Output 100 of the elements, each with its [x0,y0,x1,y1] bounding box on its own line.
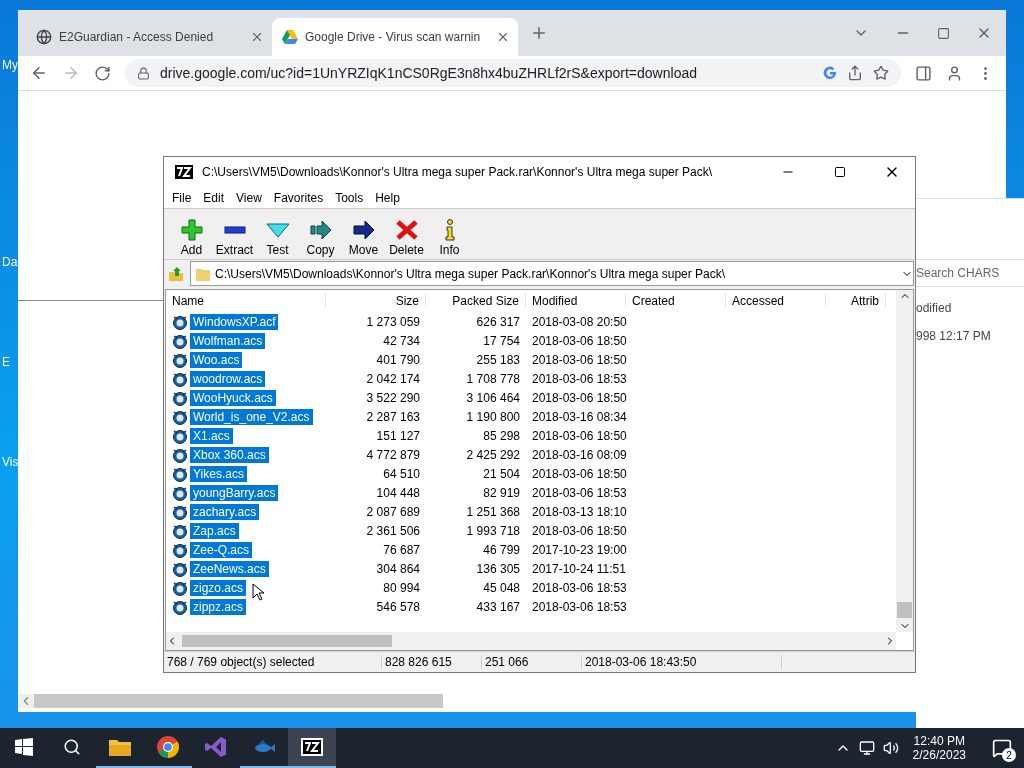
table-cell-text: 2018-03-06 18:50 [531,428,626,443]
file-name[interactable]: zigzo.acs [190,579,247,596]
table-cell-text: 1 708 778 [465,371,521,386]
column-header[interactable]: Accessed [726,294,826,308]
close-icon[interactable] [496,30,510,44]
file-icon [172,465,188,482]
table-cell-text: 2018-03-06 18:50 [531,333,626,348]
reload-icon[interactable] [94,64,111,82]
toolbar-button[interactable]: Extract [213,211,256,257]
file-name[interactable]: youngBarry.acs [190,484,279,501]
toolbar-button[interactable]: Info [428,211,471,257]
table-cell-text: 85 298 [482,428,521,443]
table-cell-text: 4 772 879 [365,447,421,462]
table-cell-text: 2018-03-06 18:53 [531,371,626,386]
lock-icon [137,66,150,80]
toolbar-button[interactable]: Move [342,211,385,257]
file-name[interactable]: Xbox 360.acs [190,446,269,463]
table-cell-text: 46 799 [482,542,521,557]
menu-item[interactable]: Help [369,190,406,205]
menu-item[interactable]: Edit [197,190,231,205]
scroll-thumb[interactable] [897,602,912,618]
status-text: 251 066 [482,655,582,669]
status-text: 768 / 769 object(s) selected [164,655,382,669]
network-icon[interactable] [858,740,875,756]
file-icon [172,427,188,444]
file-icon [172,522,188,539]
file-name[interactable]: woodrow.acs [190,370,266,387]
table-cell-text: 80 994 [382,580,421,595]
file-name[interactable]: Yikes.acs [190,465,247,482]
vertical-scrollbar[interactable] [896,290,913,632]
file-name[interactable]: X1.acs [190,427,233,444]
table-cell-text: 1 993 718 [465,523,521,538]
toolbar-button[interactable]: Delete [385,211,428,257]
google-icon[interactable] [823,66,837,80]
back-icon[interactable] [30,64,48,82]
menu-item[interactable]: Tools [329,190,370,205]
file-icon [172,351,188,368]
column-header[interactable]: Packed Size [426,294,526,308]
browser-tab[interactable]: Google Drive - Virus scan warnin [272,18,518,56]
column-header[interactable]: Name [166,294,326,308]
table-cell-text: 2018-03-06 18:53 [531,580,626,595]
file-name[interactable]: Zap.acs [190,522,239,539]
toolbar-button[interactable]: Copy [299,211,342,257]
file-icon [172,560,188,577]
profile-icon[interactable] [946,64,963,82]
table-cell-text: 304 864 [375,561,421,576]
menu-item[interactable]: Favorites [267,190,330,205]
file-name[interactable]: zippz.acs [190,598,247,615]
address-bar[interactable]: drive.google.com/uc?id=1UnYRZIqK1nCS0RgE3n8hx4buZHRLf2rS&export=download [125,59,901,87]
folder-icon [108,737,132,757]
table-cell-text: 2018-03-08 20:50 [531,314,626,329]
table-cell-text: 136 305 [475,561,521,576]
menu-item[interactable]: View [230,190,268,205]
toolbar-button[interactable]: Test [256,211,299,257]
toolbar-button[interactable]: Add [170,211,213,257]
table-cell-text: 2 425 292 [465,447,521,462]
clock[interactable]: 12:40 PM 2/26/2023 [906,734,972,762]
side-panel-icon[interactable] [915,64,932,82]
table-cell-text: 2018-03-06 18:50 [531,523,626,538]
search-icon [63,738,81,756]
horizontal-scrollbar[interactable] [18,694,443,708]
table-cell-text: 2 361 506 [365,523,421,538]
desktop-icon-label[interactable]: My [2,58,18,72]
status-text: 828 826 615 [382,655,482,669]
column-header[interactable]: odified [916,287,1024,315]
up-folder-icon[interactable] [168,265,184,282]
menu-item[interactable]: File [166,190,198,205]
table-cell-text: 1 251 368 [465,504,521,519]
horizontal-scrollbar[interactable] [166,632,896,650]
file-icon [172,579,188,596]
star-icon[interactable] [873,65,889,81]
table-cell-text: 104 448 [375,485,421,500]
file-icon [172,598,188,615]
file-name[interactable]: ZeeNews.acs [190,560,269,577]
file-name[interactable]: WooHyuck.acs [190,389,276,406]
file-name[interactable]: WindowsXP.acf [190,313,279,330]
notifications-button[interactable]: 2 [980,728,1024,768]
plus-icon [179,219,204,241]
table-cell-text: 2018-03-13 18:10 [531,504,626,519]
file-name[interactable]: zachary.acs [190,503,260,520]
path-field[interactable]: C:\Users\VM5\Downloads\Konnor's Ultra mega super Pack.rar\Konnor's Ultra mega super Pack\ [190,261,914,286]
file-name[interactable]: Wolfman.acs [190,332,266,349]
file-icon [172,313,188,330]
new-tab-icon[interactable] [530,24,548,42]
column-header[interactable]: Modified [526,294,626,308]
browser-tab[interactable]: E2Guardian - Access Denied [26,18,272,56]
file-name[interactable]: Zee-Q.acs [190,541,252,558]
column-header[interactable]: Size [326,294,426,308]
table-cell-text: 626 317 [475,314,521,329]
column-header[interactable]: Created [626,294,726,308]
file-name[interactable]: Woo.acs [190,351,243,368]
scroll-thumb[interactable] [182,635,392,647]
column-header[interactable]: Attrib [826,294,886,308]
delete-icon [394,219,419,241]
volume-icon[interactable] [882,740,899,756]
share-icon[interactable] [847,65,863,81]
taskbar-app[interactable] [288,728,336,768]
file-name[interactable]: World_is_one_V2.acs [190,408,313,425]
scroll-left-icon[interactable] [18,694,34,708]
status-text: 2018-03-06 18:43:50 [582,655,782,669]
